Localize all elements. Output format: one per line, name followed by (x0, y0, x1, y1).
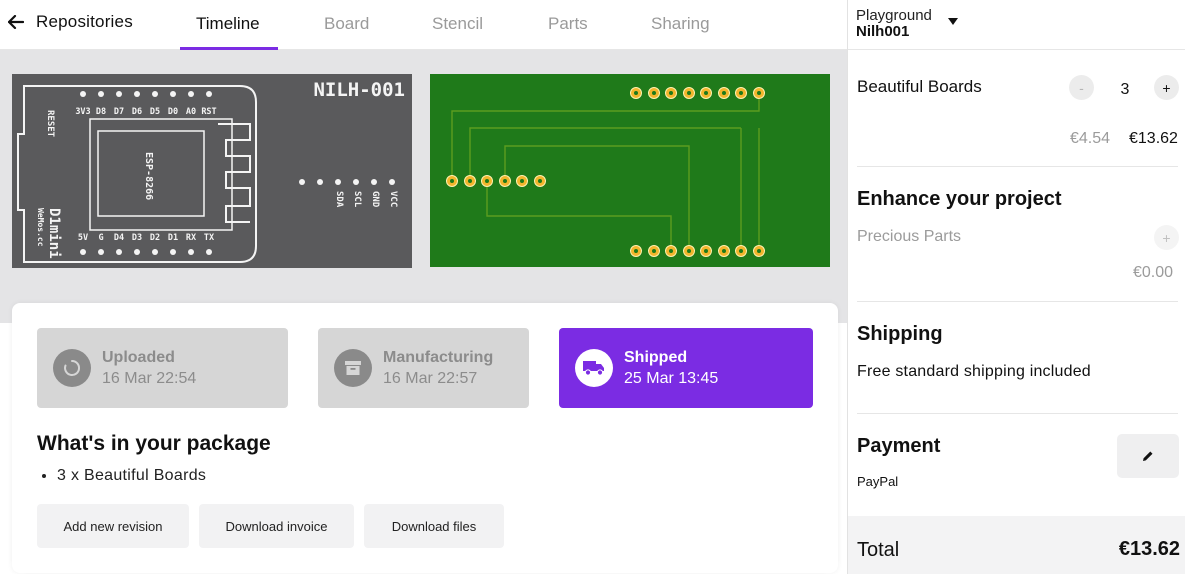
pin-label: 5V (78, 233, 88, 243)
part-price: €0.00 (1133, 264, 1174, 281)
step-date: 16 Mar 22:57 (383, 370, 478, 387)
back-to-repositories-link[interactable]: Repositories (8, 12, 133, 32)
back-label: Repositories (36, 12, 133, 31)
tab-stencil[interactable]: Stencil (432, 14, 483, 34)
divider (857, 166, 1178, 167)
step-date: 16 Mar 22:54 (102, 370, 197, 387)
total-amount: €13.62 (1118, 538, 1180, 560)
total-label: Total (857, 539, 900, 561)
pin-label: RST (201, 107, 216, 117)
step-label: Shipped (624, 349, 688, 366)
pin-label: D7 (114, 107, 124, 117)
tab-sharing[interactable]: Sharing (651, 14, 710, 34)
pin-label: D6 (132, 107, 142, 117)
caret-down-icon[interactable] (948, 18, 958, 25)
pin-label: A0 (186, 107, 196, 117)
quantity-value: 3 (1120, 81, 1130, 98)
project-selector[interactable]: Playground Nilh001 (856, 7, 932, 40)
order-total-bar: Total €13.62 (848, 516, 1185, 574)
enhance-title: Enhance your project (857, 188, 1062, 210)
timeline-step-shipped: Shipped 25 Mar 13:45 (559, 328, 813, 408)
package-item: 3 x Beautiful Boards (57, 467, 206, 485)
download-invoice-button[interactable]: Download invoice (199, 504, 354, 548)
sidebar-header: Playground Nilh001 (848, 0, 1185, 50)
spinner-icon (53, 349, 91, 387)
module-chip-label: ESP-8266 (143, 152, 154, 200)
reset-label: RESET (45, 110, 55, 138)
pin-label: D4 (114, 233, 124, 243)
pin-label: D5 (150, 107, 160, 117)
divider (857, 301, 1178, 302)
order-sidebar: Playground Nilh001 Beautiful Boards - 3 … (847, 0, 1185, 574)
pencil-icon (1143, 451, 1153, 461)
tab-board[interactable]: Board (324, 14, 369, 34)
step-label: Manufacturing (383, 349, 494, 366)
unit-price: €4.54 (1070, 130, 1111, 147)
board-top-side: 3V3 D8 D7 D6 D5 D0 A0 RST 5V G D4 D3 D2 … (12, 74, 412, 268)
download-files-button[interactable]: Download files (364, 504, 504, 548)
tab-timeline[interactable]: Timeline (196, 14, 260, 34)
arrow-left-icon (8, 15, 24, 29)
order-timeline-card: Uploaded 16 Mar 22:54 Manufacturing 16 M… (12, 303, 838, 573)
board-bottom-side (430, 74, 830, 267)
line-total-price: €13.62 (1129, 130, 1178, 147)
decrease-quantity-button[interactable]: - (1069, 75, 1094, 100)
module-brand-label: WeMos.cc (36, 208, 45, 247)
package-list: 3 x Beautiful Boards (57, 467, 206, 485)
archive-box-icon (334, 349, 372, 387)
pin-label: D8 (96, 107, 106, 117)
order-actions: Add new revision Download invoice Downlo… (37, 504, 514, 548)
project-label: Playground (856, 7, 932, 24)
truck-icon (575, 349, 613, 387)
board-preview: 3V3 D8 D7 D6 D5 D0 A0 RST 5V G D4 D3 D2 … (0, 50, 847, 323)
step-label: Uploaded (102, 349, 175, 366)
pin-label: 3V3 (75, 107, 90, 117)
pin-label: TX (204, 233, 214, 243)
edit-payment-button[interactable] (1117, 434, 1179, 478)
step-date: 25 Mar 13:45 (624, 370, 719, 387)
tab-parts[interactable]: Parts (548, 14, 588, 34)
i2c-pin-label: SDA (334, 191, 344, 208)
i2c-pin-label: GND (370, 191, 380, 208)
timeline-step-uploaded: Uploaded 16 Mar 22:54 (37, 328, 288, 408)
add-part-button[interactable]: + (1154, 225, 1179, 250)
pin-label: D0 (168, 107, 178, 117)
add-new-revision-button[interactable]: Add new revision (37, 504, 189, 548)
pin-label: RX (186, 233, 196, 243)
package-title: What's in your package (37, 432, 271, 455)
shipping-text: Free standard shipping included (857, 363, 1091, 380)
i2c-pin-label: SCL (352, 191, 362, 208)
pin-label: D2 (150, 233, 160, 243)
divider (857, 413, 1178, 414)
payment-title: Payment (857, 435, 941, 457)
board-name-label: NILH-001 (313, 79, 405, 101)
timeline-step-manufacturing: Manufacturing 16 Mar 22:57 (318, 328, 529, 408)
project-name: Nilh001 (856, 23, 910, 40)
shipping-title: Shipping (857, 323, 943, 345)
module-name-label: D1mini (46, 208, 62, 259)
top-nav: Repositories Timeline Board Stencil Part… (0, 0, 847, 50)
pin-label: G (98, 233, 103, 243)
increase-quantity-button[interactable]: + (1154, 75, 1179, 100)
pin-label: D3 (132, 233, 142, 243)
i2c-pin-label: VCC (388, 191, 398, 207)
part-name: Precious Parts (857, 228, 962, 245)
pin-label: D1 (168, 233, 178, 243)
